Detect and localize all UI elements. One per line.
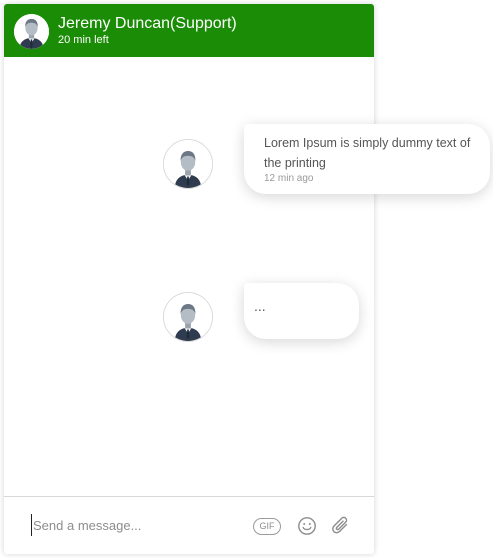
message-avatar [163, 292, 213, 342]
message-timestamp: 12 min ago [264, 173, 314, 184]
message-input[interactable] [31, 514, 243, 536]
message-bubble: Lorem Ipsum is simply dummy text of the … [244, 124, 490, 194]
smiley-icon [298, 517, 316, 535]
paperclip-icon [332, 516, 348, 534]
person-icon [164, 293, 212, 341]
attach-button[interactable] [331, 514, 351, 536]
composer-divider [4, 496, 374, 497]
gif-button[interactable]: GIF [253, 518, 281, 535]
agent-avatar [14, 14, 49, 49]
person-icon [164, 140, 212, 188]
message-avatar [163, 139, 213, 189]
agent-name: Jeremy Duncan(Support) [58, 15, 237, 32]
session-time-left: 20 min left [58, 34, 109, 46]
typing-indicator: ... [254, 298, 266, 314]
person-icon [14, 14, 49, 49]
typing-bubble: ... [244, 283, 359, 339]
chat-window: Jeremy Duncan(Support) 20 min left [4, 4, 374, 554]
message-text: Lorem Ipsum is simply dummy text of the … [264, 136, 471, 170]
emoji-button[interactable] [297, 516, 317, 536]
chat-header: Jeremy Duncan(Support) 20 min left [4, 4, 374, 57]
